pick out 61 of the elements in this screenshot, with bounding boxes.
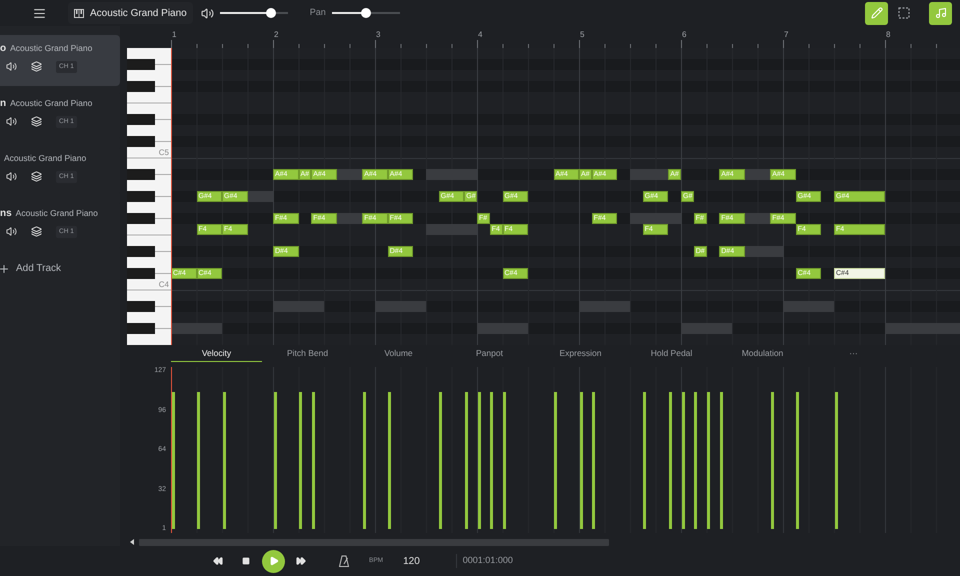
add-track-button[interactable]: Add Track: [0, 261, 120, 276]
track-layers-icon[interactable]: [31, 226, 42, 238]
bar-number: 2: [274, 29, 278, 41]
pan-slider[interactable]: [332, 8, 400, 18]
lane-tab[interactable]: Panpot: [444, 345, 535, 362]
metronome-icon[interactable]: [339, 555, 349, 567]
bar-number: 5: [580, 29, 584, 41]
track-instrument: Acoustic Grand Piano: [3, 152, 86, 164]
play-icon: [268, 556, 278, 566]
lane-tab[interactable]: ···: [808, 345, 899, 362]
track-layers-icon[interactable]: [31, 171, 42, 182]
track-volume-icon[interactable]: [6, 61, 17, 72]
fast-forward-icon: [296, 556, 306, 566]
instrument-selector[interactable]: Acoustic Grand Piano: [68, 2, 193, 24]
ghost-note[interactable]: [336, 213, 362, 224]
stop-icon: [242, 557, 250, 565]
plus-icon: [0, 262, 10, 274]
scroll-left-icon[interactable]: [130, 539, 135, 545]
bar-number: 1: [172, 29, 176, 41]
volume-slider[interactable]: [220, 8, 288, 18]
track-volume-icon[interactable]: [6, 116, 17, 128]
pencil-tool-button[interactable]: [865, 2, 888, 24]
track-instrument: Acoustic Grand Piano: [16, 206, 98, 220]
track-volume-icon[interactable]: [6, 226, 17, 238]
pan-label: Pan: [310, 6, 326, 20]
track-layers-icon[interactable]: [31, 61, 42, 72]
bar-number: 8: [886, 29, 890, 41]
track-instrument: Acoustic Grand Piano: [10, 42, 92, 54]
pencil-icon: [870, 7, 882, 19]
menu-icon: [32, 6, 46, 20]
bar-number: 4: [478, 29, 482, 41]
bar-number: 7: [784, 29, 788, 41]
key-label: C5: [158, 148, 169, 157]
bpm-value[interactable]: 120: [403, 554, 420, 568]
piano-icon: [74, 8, 84, 18]
key-label: C4: [158, 280, 169, 289]
bar-number: 3: [376, 29, 380, 41]
horizontal-scrollbar[interactable]: [139, 538, 609, 546]
track-title: n: [0, 96, 6, 110]
lane-tab[interactable]: Velocity: [171, 345, 262, 362]
volume-icon: [200, 6, 214, 20]
dashed-square-icon: [898, 7, 910, 19]
play-button[interactable]: [262, 550, 285, 572]
track-title: o: [0, 42, 6, 56]
lane-tab[interactable]: Expression: [535, 345, 626, 362]
track-title: ns: [0, 206, 12, 220]
music-note-icon: [934, 7, 946, 19]
bar-number: 6: [682, 29, 686, 41]
ghost-note[interactable]: [744, 169, 770, 180]
time-position: 0001:01:000: [456, 554, 513, 568]
ghost-note[interactable]: [744, 213, 770, 224]
ghost-note[interactable]: [336, 169, 362, 180]
rewind-icon: [213, 556, 223, 566]
track-volume-icon[interactable]: [6, 171, 17, 182]
note-tool-button[interactable]: [929, 2, 952, 24]
track-instrument: Acoustic Grand Piano: [10, 96, 92, 110]
lane-tab[interactable]: Hold Pedal: [626, 345, 717, 362]
track-layers-icon[interactable]: [31, 116, 42, 128]
lane-tab[interactable]: Modulation: [717, 345, 808, 362]
lane-tab[interactable]: Volume: [353, 345, 444, 362]
lane-tab[interactable]: Pitch Bend: [262, 345, 353, 362]
